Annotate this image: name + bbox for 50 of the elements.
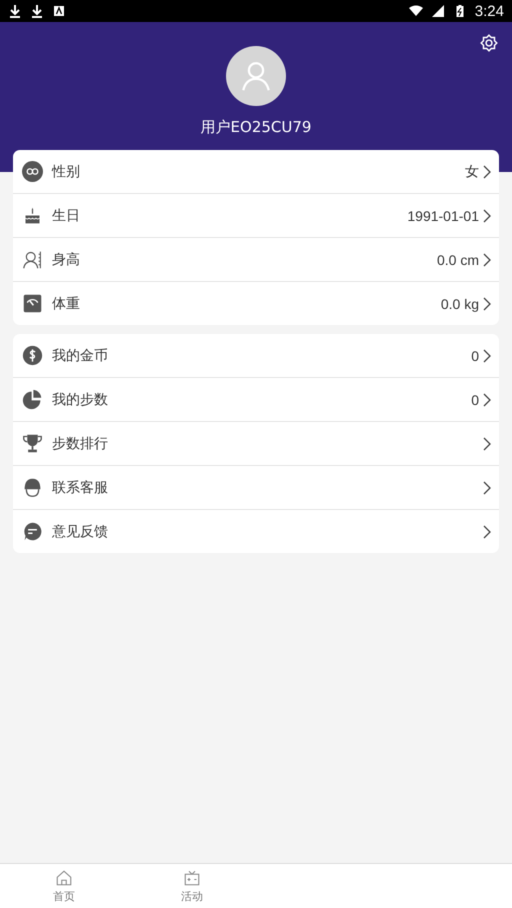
row-label: 体重 — [52, 294, 80, 312]
download-icon — [8, 4, 22, 18]
settings-row[interactable]: 性别 女 — [13, 150, 499, 193]
chevron-icon — [483, 208, 491, 222]
row-value: 0.0 kg — [440, 296, 479, 312]
scale-icon — [22, 293, 43, 314]
settings-row[interactable]: 体重 0.0 kg — [13, 281, 499, 325]
settings-row[interactable]: 意见反馈 — [13, 509, 499, 553]
trophy-icon — [22, 433, 43, 454]
row-value: 0 — [471, 348, 479, 364]
dollar-icon — [22, 345, 43, 366]
row-label: 意见反馈 — [52, 522, 108, 540]
row-value: 1991-01-01 — [407, 208, 479, 224]
settings-icon[interactable] — [478, 32, 500, 54]
row-value: 0.0 cm — [436, 252, 479, 268]
chevron-icon — [483, 296, 491, 310]
notification-icon — [52, 4, 66, 18]
row-label: 身高 — [52, 250, 80, 268]
nav-tab[interactable]: 首页 — [0, 864, 128, 908]
row-label: 联系客服 — [52, 478, 108, 496]
settings-row[interactable]: 联系客服 — [13, 465, 499, 509]
row-label: 步数排行 — [52, 434, 108, 452]
row-label: 生日 — [52, 206, 80, 224]
settings-row[interactable]: 我的步数 0 — [13, 377, 499, 421]
message-icon — [22, 521, 43, 542]
settings-row[interactable]: 身高 0.0 cm — [13, 237, 499, 281]
chevron-icon — [483, 480, 491, 494]
row-value: 女 — [465, 162, 479, 180]
row-label: 我的步数 — [52, 390, 108, 408]
settings-row[interactable]: 生日 1991-01-01 — [13, 193, 499, 237]
nav-tab[interactable]: 活动 — [128, 864, 256, 908]
settings-row[interactable]: 我的金币 0 — [13, 334, 499, 377]
chevron-icon — [483, 436, 491, 450]
settings-row[interactable]: 步数排行 — [13, 421, 499, 465]
chevron-icon — [483, 164, 491, 178]
clock-time: 3:24 — [474, 2, 504, 20]
signal-icon — [430, 4, 445, 18]
row-label: 我的金币 — [52, 346, 108, 364]
chevron-icon — [483, 392, 491, 406]
chevron-icon — [483, 348, 491, 362]
chevron-icon — [483, 524, 491, 538]
wifi-icon — [408, 4, 423, 18]
row-label: 性别 — [52, 162, 80, 180]
home-icon — [55, 868, 73, 886]
username: 用户EO25CU79 — [200, 118, 312, 137]
person-height-icon — [22, 249, 43, 270]
row-value: 0 — [471, 392, 479, 408]
pie-chart-icon — [22, 389, 43, 410]
chevron-icon — [483, 252, 491, 266]
download-icon — [30, 4, 44, 18]
